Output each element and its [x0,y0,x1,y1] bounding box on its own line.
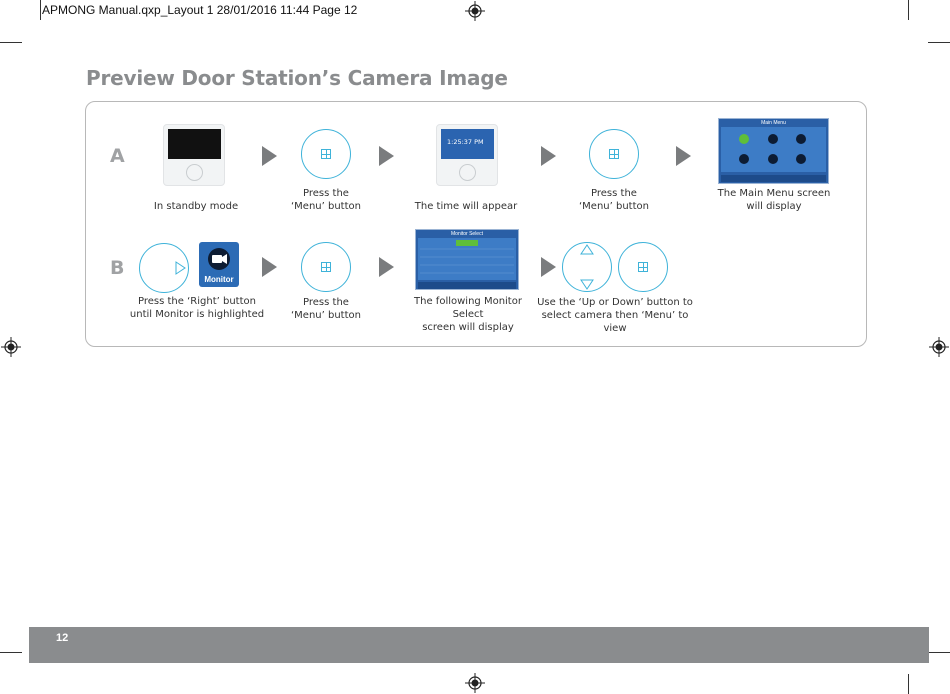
monitor-device-standby [163,124,225,186]
menu-icon [321,149,331,159]
device-screen-off [168,129,221,159]
monitor-device-time: 1:25:37 PM [436,124,498,186]
menu-icon [321,262,331,272]
monitor-menu-icon [739,134,749,144]
caption-a2: Press the ‘Menu’ button [291,188,361,212]
caption-b3: The following Monitor Select screen will… [414,296,522,333]
camera-icon [208,248,230,270]
main-menu-screen: Main Menu [718,118,829,184]
arrow-right-icon [262,146,277,166]
caption-a3: The time will appear [414,201,518,212]
right-button[interactable] [139,243,189,293]
intercom-menu-icon [768,134,778,144]
menu-button[interactable] [301,242,351,292]
device-screen-time: 1:25:37 PM [441,129,494,159]
arrow-right-icon [541,146,556,166]
arrow-right-icon [379,257,394,277]
menu-button[interactable] [589,129,639,179]
device-navigation-pad [186,164,203,181]
registration-mark-bottom [465,673,485,693]
menu-button[interactable] [618,242,668,292]
arrow-right-icon [262,257,277,277]
menu-button[interactable] [301,129,351,179]
crop-mark-top-left-h [0,42,22,43]
caption-b4: Use the ‘Up or Down’ button to select ca… [537,297,693,334]
up-down-button[interactable] [562,242,612,292]
crop-mark-top-right-h [928,42,950,43]
caption-b1: Press the ‘Right’ button until Monitor i… [129,296,265,320]
call-history-menu-icon [796,134,806,144]
crop-mark-bottom-right [928,652,950,653]
crop-mark-bottom-right-v [908,674,909,694]
up-down-arrows-icon [580,244,594,290]
page-number: 12 [56,632,69,644]
information-menu-icon [796,154,806,164]
monitor-app-icon: Monitor [199,242,239,287]
monitor-icon-label: Monitor [204,275,234,284]
registration-mark-left [1,337,21,357]
crop-mark-top-left [40,0,41,20]
monitor-select-list [418,238,516,289]
caption-a1: In standby mode [153,201,239,212]
device-navigation-pad [459,164,476,181]
settings-menu-icon [739,154,749,164]
caption-a5: The Main Menu screen will display [717,188,831,212]
crop-mark-top-right [908,0,909,20]
page-footer-bar [29,627,929,663]
caption-a4: Press the ‘Menu’ button [579,188,649,212]
row-label-b: B [110,257,125,279]
arrow-right-icon [676,146,691,166]
arrow-right-icon [379,146,394,166]
crop-mark-bottom-left [0,652,22,653]
main-menu-icons [721,127,826,182]
page-title: Preview Door Station’s Camera Image [86,66,508,90]
print-slug: APMONG Manual.qxp_Layout 1 28/01/2016 11… [42,3,358,17]
menu-icon [609,149,619,159]
registration-mark-top [465,1,485,21]
row-label-a: A [110,145,125,167]
right-arrow-icon [175,261,186,275]
monitor-select-screen: Monitor Select [415,229,519,290]
ring-tone-menu-icon [768,154,778,164]
menu-icon [638,262,648,272]
registration-mark-right [929,337,949,357]
arrow-right-icon [541,257,556,277]
caption-b2: Press the ‘Menu’ button [291,297,361,321]
time-display: 1:25:37 PM [447,138,484,146]
